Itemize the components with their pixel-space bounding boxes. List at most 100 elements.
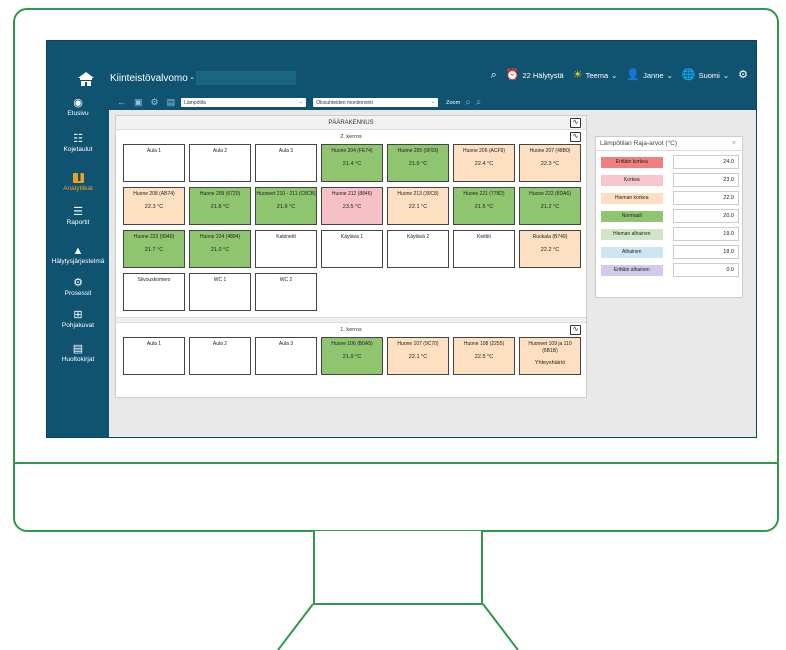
arrow-left-icon[interactable]: ← xyxy=(117,98,126,107)
room-name: Huone 208 (AB74) xyxy=(133,191,175,197)
alarms-button[interactable]: ⏰ 22 Hälytystä xyxy=(506,70,564,81)
sidebar-item-label: Prosessit xyxy=(64,290,92,297)
room-tile[interactable]: Huone 213 (30C8) 22.1 °C xyxy=(387,187,449,225)
globe-icon: 🌐 xyxy=(681,69,696,81)
user-menu[interactable]: 👤 Janne ⌄ xyxy=(626,70,672,81)
room-tile[interactable]: Käytävä 2 xyxy=(387,230,449,268)
room-tile[interactable]: Aula 3 xyxy=(255,337,317,375)
room-name: Huone 108 (2255) xyxy=(463,341,505,347)
room-tile[interactable]: WC 2 xyxy=(255,273,317,311)
room-tile[interactable]: Huone 222 (8DA6) 21.2 °C xyxy=(519,187,581,225)
room-name: Huoneet 210 - 211 (C8CB) xyxy=(256,191,316,197)
measure-select[interactable]: Lämpötila ⌄ xyxy=(181,98,307,107)
close-icon[interactable]: × xyxy=(732,137,736,151)
floor-header: 2. kerros ∿ xyxy=(116,130,586,144)
limit-row: Hieman korkea 22.0 xyxy=(601,191,739,205)
monitor-stand-neck xyxy=(313,531,483,605)
limit-value-input[interactable]: 0.0 xyxy=(672,263,739,277)
room-tile[interactable]: Huone 106 (B0A5) 21.9 °C xyxy=(321,337,383,375)
room-tile[interactable]: Aula 3 xyxy=(255,144,317,182)
sidebar-item-analytiikat[interactable]: ▐ Analytiikat xyxy=(47,173,109,192)
limit-value-input[interactable]: 19.0 xyxy=(672,227,739,241)
limit-label: Erittäin korkea xyxy=(601,156,663,168)
room-value: 23.5 °C xyxy=(342,203,362,210)
room-tile[interactable]: Aula 2 xyxy=(189,337,251,375)
stage: Kiinteistövalvomo - ⌕ ⏰ 22 Hälytystä ☀ T… xyxy=(0,0,786,650)
theme-menu[interactable]: ☀ Teema ⌄ xyxy=(573,70,618,81)
language-menu[interactable]: 🌐 Suomi ⌄ xyxy=(682,70,729,81)
room-tile[interactable]: Huone 205 (0F93) 21.9 °C xyxy=(387,144,449,182)
room-tile[interactable]: Huone 206 (ACF9) 22.4 °C xyxy=(453,144,515,182)
list-icon[interactable]: ▤ xyxy=(167,98,176,107)
limit-value-input[interactable]: 22.0 xyxy=(672,191,739,205)
sidebar-item-pohjakuvat[interactable]: ⊞ Pohjakuvat xyxy=(47,309,109,329)
content-area: PÄÄRAKENNUS ∿ 2. kerros ∿ Aula 1 Aula 2 Au… xyxy=(109,110,756,437)
room-tile[interactable]: Huone 108 (2255) 22.5 °C xyxy=(453,337,515,375)
trend-chart-icon[interactable]: ▣ xyxy=(134,98,143,107)
room-tile[interactable]: Huone 212 (8846) 23.5 °C xyxy=(321,187,383,225)
room-tile[interactable]: Siivouskomero xyxy=(123,273,185,311)
room-tile[interactable]: Huone 224 (4894) 21.0 °C xyxy=(189,230,251,268)
room-tile[interactable]: Käytävä 1 xyxy=(321,230,383,268)
room-name: Huoneet 109 ja 110 (6B1B) xyxy=(528,341,572,354)
property-name-field[interactable] xyxy=(196,71,296,85)
sidebar-item-halytysjarjestelma[interactable]: ▲ Hälytysjärjestelmä xyxy=(47,245,109,265)
chevron-down-icon: ⌄ xyxy=(611,71,618,80)
room-value: 21.9 °C xyxy=(408,160,428,167)
sidebar: ◉ Etusivu ☷ Kojetaulut ▐ Analytiikat ☰ R… xyxy=(47,95,109,437)
sidebar-item-etusivu[interactable]: ◉ Etusivu xyxy=(47,97,109,117)
zoom-out-icon[interactable]: ⌕ xyxy=(476,97,482,108)
limit-value-input[interactable]: 23.0 xyxy=(672,173,739,187)
limit-value-input[interactable]: 24.0 xyxy=(672,155,739,169)
chevron-down-icon: ⌄ xyxy=(722,71,730,80)
app-title: Kiinteistövalvomo - xyxy=(110,73,194,84)
room-tile[interactable]: WC 1 xyxy=(189,273,251,311)
zoom-in-icon[interactable]: ⌕ xyxy=(465,97,471,108)
sidebar-item-kojetaulut[interactable]: ☷ Kojetaulut xyxy=(47,133,109,153)
room-tile[interactable]: Huoneet 109 ja 110 (6B1B) Yhteyshäiriö xyxy=(519,337,581,375)
mode-select[interactable]: Olosuhteiden monitorointi ⌄ xyxy=(313,98,439,107)
search-icon[interactable]: ⌕ xyxy=(491,70,497,81)
room-name: WC 1 xyxy=(213,277,227,283)
room-tile[interactable]: Ruokala (B749) 22.2 °C xyxy=(519,230,581,268)
room-value: 22.4 °C xyxy=(474,160,494,167)
limit-value-input[interactable]: 18.0 xyxy=(672,245,739,259)
limit-value-input[interactable]: 20.0 xyxy=(672,209,739,223)
room-tile[interactable]: Huone 107 (9C70) 22.1 °C xyxy=(387,337,449,375)
trend-chart-icon[interactable]: ∿ xyxy=(570,118,581,128)
monitor-chin-divider xyxy=(13,462,779,464)
trend-chart-icon[interactable]: ∿ xyxy=(570,325,581,335)
home-icon[interactable] xyxy=(77,71,95,87)
room-tile[interactable]: Huone 207 (48B0) 22.3 °C xyxy=(519,144,581,182)
room-tile[interactable]: Huone 204 (FE74) 21.4 °C xyxy=(321,144,383,182)
settings-icon[interactable]: ⚙ xyxy=(151,98,159,107)
room-name: Ruokala (B749) xyxy=(532,234,568,240)
room-tile[interactable]: Huone 221 (778D) 21.5 °C xyxy=(453,187,515,225)
room-name: Käytävä 1 xyxy=(340,234,364,240)
room-name: Huone 223 (9940) xyxy=(133,234,175,240)
room-tile[interactable]: Kabinetti xyxy=(255,230,317,268)
gear-icon[interactable]: ⚙ xyxy=(738,70,748,81)
room-value: Yhteyshäiriö xyxy=(534,360,566,366)
room-tile[interactable]: Huone 223 (9940) 21.7 °C xyxy=(123,230,185,268)
sidebar-item-raportit[interactable]: ☰ Raportit xyxy=(47,206,109,226)
mode-select-value: Olosuhteiden monitorointi xyxy=(316,99,373,106)
zoom-label: Zoom xyxy=(446,99,461,106)
room-tile[interactable]: Huone 208 (AB74) 22.3 °C xyxy=(123,187,185,225)
limit-row: Korkea 23.0 xyxy=(601,173,739,187)
room-value: 22.1 °C xyxy=(408,353,428,360)
sidebar-item-label: Analytiikat xyxy=(63,185,93,192)
trend-chart-icon[interactable]: ∿ xyxy=(570,132,581,142)
sidebar-item-huoltokirjat[interactable]: ▤ Huoltokirjat xyxy=(47,343,109,363)
room-tile[interactable]: Aula 2 xyxy=(189,144,251,182)
sidebar-item-label: Pohjakuvat xyxy=(61,322,95,329)
room-name: Huone 224 (4894) xyxy=(199,234,241,240)
room-value: 21.9 °C xyxy=(276,203,296,210)
room-tile[interactable]: Keittiö xyxy=(453,230,515,268)
room-tile[interactable]: Huone 209 (6720) 21.8 °C xyxy=(189,187,251,225)
sidebar-item-prosessit[interactable]: ⚙ Prosessit xyxy=(47,277,109,297)
room-name: Huone 222 (8DA6) xyxy=(529,191,571,197)
room-tile[interactable]: Aula 1 xyxy=(123,337,185,375)
room-tile[interactable]: Aula 1 xyxy=(123,144,185,182)
room-tile[interactable]: Huoneet 210 - 211 (C8CB) 21.9 °C xyxy=(255,187,317,225)
